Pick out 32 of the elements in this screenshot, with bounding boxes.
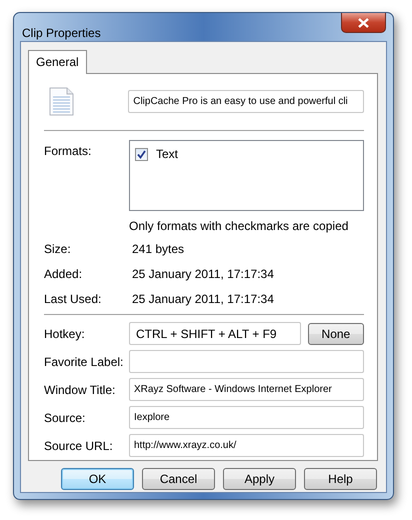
field-label: Source URL: xyxy=(44,438,114,454)
dialog-button[interactable]: Apply xyxy=(223,468,296,490)
hotkey-label: Hotkey: xyxy=(44,326,86,342)
document-icon xyxy=(49,87,74,116)
dialog-button[interactable]: OK xyxy=(61,468,134,490)
checkbox[interactable] xyxy=(135,148,148,160)
field-label: Favorite Label: xyxy=(44,354,124,370)
info-label: Size: xyxy=(44,241,72,258)
formats-label: Formats: xyxy=(44,143,92,160)
window-title: Clip Properties xyxy=(22,25,101,42)
close-button[interactable] xyxy=(341,13,386,33)
field-label: Window Title: xyxy=(44,382,116,398)
format-label: Text xyxy=(156,146,178,163)
dialog-button[interactable]: Cancel xyxy=(142,468,215,490)
close-icon xyxy=(358,18,369,28)
info-label: Added: xyxy=(44,266,84,283)
tab[interactable]: General xyxy=(28,50,87,74)
info-value: 25 January 2011, 17:17:34 xyxy=(131,266,274,283)
info-value: 241 bytes xyxy=(131,241,184,258)
field-label: Source: xyxy=(44,410,86,426)
input-field[interactable]: XRayz Software - Windows Internet Explorer xyxy=(129,378,364,401)
input-field[interactable]: Iexplore xyxy=(129,406,364,429)
info-label: Last Used: xyxy=(44,291,102,308)
input-field[interactable] xyxy=(129,350,364,373)
hotkey-field[interactable]: CTRL + SHIFT + ALT + F9 xyxy=(129,322,301,345)
formats-note: Only formats with checkmarks are copied xyxy=(129,219,348,233)
description-field[interactable]: ClipCache Pro is an easy to use and powerful cli xyxy=(128,90,364,113)
input-field[interactable]: http://www.xrayz.co.uk/ xyxy=(129,434,364,457)
formats-list[interactable]: Text xyxy=(129,140,364,211)
info-value: 25 January 2011, 17:17:34 xyxy=(131,291,274,308)
dialog-button[interactable]: Help xyxy=(304,468,377,490)
none-button[interactable]: None xyxy=(308,322,364,344)
